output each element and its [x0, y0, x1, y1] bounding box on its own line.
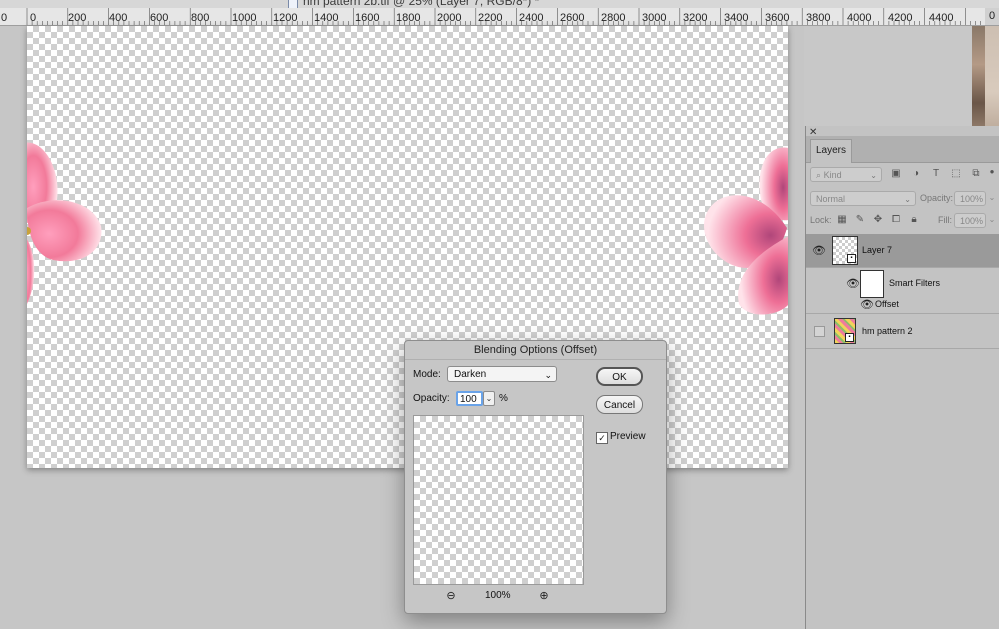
file-icon: [288, 0, 298, 8]
type-filter-icon[interactable]: T: [930, 168, 942, 180]
blend-mode-select[interactable]: Normal ⌄: [810, 191, 916, 206]
visibility-eye-icon[interactable]: 👁︎: [860, 298, 874, 311]
opacity-input[interactable]: 100: [456, 391, 483, 406]
ruler-label: 3000: [642, 12, 667, 24]
document-title-text: hm pattern 2b.tif @ 25% (Layer 7, RGB/8*…: [303, 0, 540, 8]
ruler-left-label: 0: [1, 12, 8, 24]
ruler-label: 400: [109, 12, 128, 24]
zoom-in-icon[interactable]: ⊕: [538, 590, 550, 602]
opacity-dropdown-icon[interactable]: ⌄: [483, 391, 495, 406]
lock-artboard-icon[interactable]: ⧠: [890, 214, 902, 226]
percent-sign: %: [499, 393, 508, 404]
ruler-label: 1000: [232, 12, 257, 24]
mode-label: Mode:: [413, 369, 441, 380]
chevron-down-icon: ⌄: [870, 171, 877, 180]
layer-row-hm-pattern-2[interactable]: ▪ hm pattern 2: [806, 314, 999, 349]
smart-object-badge-icon: ▪: [847, 254, 856, 263]
ruler-label: 1200: [273, 12, 298, 24]
lock-label: Lock:: [810, 215, 832, 225]
ok-button[interactable]: OK: [596, 367, 643, 386]
ruler-label: 0: [30, 12, 37, 24]
ruler-label: 2400: [519, 12, 544, 24]
layers-panel: ✕ Layers ⌕ Kind ⌄ ▣ ◑ T ⬚ ⧉ ● Normal ⌄ O…: [805, 126, 999, 629]
ruler-label: 3400: [724, 12, 749, 24]
ruler-label: 4200: [888, 12, 913, 24]
blend-mode-value: Normal: [816, 194, 846, 204]
layer-name: hm pattern 2: [862, 326, 913, 336]
tab-layers[interactable]: Layers: [810, 139, 852, 163]
lock-pixels-icon[interactable]: ✎: [854, 214, 866, 226]
filter-kind-value: Kind: [823, 170, 842, 180]
ruler-label: 1600: [355, 12, 380, 24]
layer-filter-row: ⌕ Kind ⌄ ▣ ◑ T ⬚ ⧉ ●: [806, 166, 999, 186]
flower-right: [704, 147, 788, 315]
ruler-label: 800: [191, 12, 210, 24]
chevron-down-icon: ⌄: [904, 195, 911, 204]
ruler-end-label: 0: [985, 8, 999, 25]
blend-row: Normal ⌄ Opacity: 100% ⌄: [806, 190, 999, 208]
lock-position-icon[interactable]: ✥: [872, 214, 884, 226]
layer-thumbnail: ▪: [834, 318, 856, 344]
preview-area[interactable]: [413, 415, 584, 585]
ruler-label: 3600: [765, 12, 790, 24]
ruler-label: 1800: [396, 12, 421, 24]
mode-select[interactable]: Darken ⌄: [447, 366, 557, 382]
layer-row-smart-filters[interactable]: 👁︎ Smart Filters 👁︎ Offset: [806, 268, 999, 314]
opacity-label: Opacity:: [920, 193, 954, 203]
smart-filters-label: Smart Filters: [889, 278, 941, 288]
document-title: hm pattern 2b.tif @ 25% (Layer 7, RGB/8*…: [288, 0, 539, 8]
document-title-bar: hm pattern 2b.tif @ 25% (Layer 7, RGB/8*…: [0, 0, 999, 8]
smart-object-filter-icon[interactable]: ⧉: [970, 168, 982, 180]
chevron-down-icon: ⌄: [544, 370, 552, 380]
smart-object-badge-icon: ▪: [845, 333, 854, 342]
filter-kind-select[interactable]: ⌕ Kind ⌄: [810, 167, 882, 182]
lock-transparency-icon[interactable]: ▦: [836, 214, 848, 226]
filter-name-offset[interactable]: Offset: [875, 299, 899, 309]
ruler-label: 200: [68, 12, 87, 24]
lock-row: Lock: ▦ ✎ ✥ ⧠ 🔒︎ Fill: 100% ⌄: [806, 212, 999, 230]
horizontal-ruler[interactable]: 0 0 200 400 600 800 1000 1200 1400 1600 …: [0, 8, 999, 26]
ruler-label: 2600: [560, 12, 585, 24]
preview-checkbox[interactable]: ✓: [596, 432, 608, 444]
workspace-gutter: [804, 26, 972, 126]
ruler-label: 1400: [314, 12, 339, 24]
ruler-label: 3200: [683, 12, 708, 24]
layer-name: Layer 7: [862, 245, 893, 255]
mode-value: Darken: [454, 369, 487, 380]
search-icon: ⌕: [816, 170, 822, 180]
filter-toggle-icon[interactable]: ●: [986, 166, 998, 178]
zoom-out-icon[interactable]: ⊖: [445, 590, 457, 602]
ruler-label: 4000: [847, 12, 872, 24]
layer-fill-field[interactable]: 100%: [954, 213, 986, 228]
ruler-label: 2200: [478, 12, 503, 24]
flower-left: [27, 142, 102, 304]
preview-label[interactable]: Preview: [610, 431, 646, 442]
layer-row-layer-7[interactable]: 👁︎ ▪ Layer 7: [806, 234, 999, 268]
chevron-down-icon[interactable]: ⌄: [986, 192, 998, 204]
adjustment-filter-icon[interactable]: ◑: [910, 168, 922, 180]
ruler-label: 4400: [929, 12, 954, 24]
filter-mask-thumbnail: [860, 270, 884, 298]
ruler-label: 600: [150, 12, 169, 24]
image-filter-icon[interactable]: ▣: [890, 168, 902, 180]
fill-label: Fill:: [938, 215, 952, 225]
dialog-title: Blending Options (Offset): [405, 341, 666, 360]
cancel-button[interactable]: Cancel: [596, 395, 643, 414]
ruler-label: 2800: [601, 12, 626, 24]
chevron-down-icon[interactable]: ⌄: [986, 214, 998, 226]
ruler-label: 2000: [437, 12, 462, 24]
visibility-toggle-off[interactable]: [814, 326, 825, 337]
layers-tab-bar: Layers: [806, 136, 999, 163]
layer-opacity-field[interactable]: 100%: [954, 191, 986, 206]
ruler-label: 3800: [806, 12, 831, 24]
zoom-level: 100%: [485, 590, 511, 601]
visibility-eye-icon[interactable]: 👁︎: [812, 244, 826, 257]
opacity-label: Opacity:: [413, 393, 450, 404]
visibility-eye-icon[interactable]: 👁︎: [846, 277, 860, 290]
blending-options-dialog: Blending Options (Offset) Mode: Darken ⌄…: [404, 340, 667, 614]
layer-thumbnail: ▪: [832, 236, 858, 265]
lock-all-icon[interactable]: 🔒︎: [908, 214, 920, 226]
background-photo-edge: [985, 26, 999, 136]
shape-filter-icon[interactable]: ⬚: [950, 168, 962, 180]
